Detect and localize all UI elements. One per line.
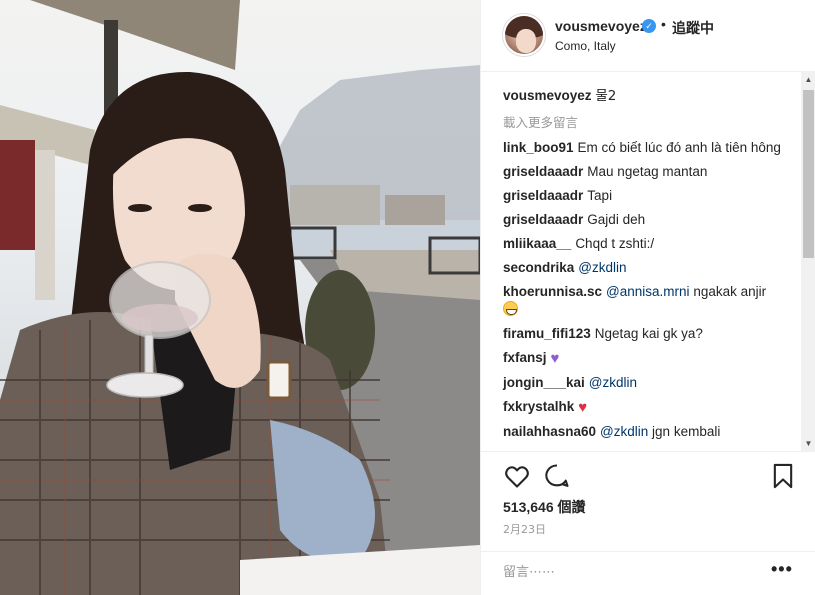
comment-item: jongin___kai @zkdlin: [503, 374, 793, 392]
separator-dot: •: [661, 16, 666, 32]
save-button[interactable]: [769, 462, 797, 490]
purple-heart-icon: ♥: [550, 350, 560, 367]
comment-item: fxkrystalhk ♥: [503, 398, 793, 417]
scroll-down-arrow-icon[interactable]: ▼: [801, 436, 815, 451]
comment-item: khoerunnisa.sc @annisa.mrni ngakak anjir: [503, 283, 793, 319]
post-side-panel: vousmevoyez ✓ • 追蹤中 Como, Italy vousmevo…: [480, 0, 815, 595]
comments-section[interactable]: vousmevoyez 물2 載入更多留言 link_boo91 Em có bi…: [481, 72, 815, 452]
location-link[interactable]: Como, Italy: [555, 39, 616, 53]
comment-username[interactable]: firamu_fifi123: [503, 326, 591, 341]
caption-text: 물2: [595, 88, 617, 104]
post-photo[interactable]: [0, 0, 480, 595]
following-button[interactable]: 追蹤中: [672, 18, 714, 38]
comment-text: ngakak anjir: [693, 284, 767, 299]
comment-username[interactable]: fxfansj: [503, 350, 547, 365]
scroll-up-arrow-icon[interactable]: ▲: [801, 72, 815, 88]
post-header: vousmevoyez ✓ • 追蹤中 Como, Italy: [481, 0, 815, 72]
speech-bubble-icon: [545, 464, 569, 487]
post-actions: 513,646 個讚 2月23日: [481, 452, 815, 552]
comment-mention[interactable]: @annisa.mrni: [606, 284, 690, 299]
comment-item: mliikaaa__ Chqd t zshti:/: [503, 235, 793, 253]
views-count[interactable]: 513,646 個讚: [503, 497, 586, 517]
comment-mention[interactable]: @zkdlin: [578, 260, 626, 275]
load-more-comments-button[interactable]: 載入更多留言: [503, 112, 793, 131]
comment-item: griseldaaadr Gajdi deh: [503, 211, 793, 229]
comment-button[interactable]: [543, 462, 571, 490]
scroll-thumb[interactable]: [803, 90, 814, 258]
views-number: 513,646: [503, 499, 554, 515]
comment-text: Gajdi deh: [587, 212, 646, 227]
comment-text: Mau ngetag mantan: [587, 164, 708, 179]
comment-item: secondrika @zkdlin: [503, 259, 793, 277]
comment-username[interactable]: khoerunnisa.sc: [503, 284, 602, 299]
comment-item: nailahhasna60 @zkdlin jgn kembali: [503, 423, 793, 441]
avatar[interactable]: [503, 14, 545, 56]
comment-username[interactable]: griseldaaadr: [503, 212, 583, 227]
comments-list: vousmevoyez 물2 載入更多留言 link_boo91 Em có bi…: [503, 86, 793, 447]
comment-text: Ngetag kai gk ya?: [594, 326, 703, 341]
comment-item: fxfansj ♥: [503, 349, 793, 368]
comment-text: Chqd t zshti:/: [575, 236, 655, 251]
username-link[interactable]: vousmevoyez: [555, 18, 647, 34]
caption: vousmevoyez 물2: [503, 86, 793, 106]
caption-username[interactable]: vousmevoyez: [503, 88, 592, 103]
red-heart-icon: ♥: [578, 399, 588, 416]
more-options-button[interactable]: •••: [771, 559, 793, 580]
comment-mention[interactable]: @zkdlin: [589, 375, 637, 390]
grinning-squinting-face-icon: [503, 301, 518, 316]
comment-text: Tapi: [587, 188, 613, 203]
post-date[interactable]: 2月23日: [503, 521, 546, 537]
add-comment-section: •••: [481, 552, 815, 595]
comment-item: griseldaaadr Mau ngetag mantan: [503, 163, 793, 181]
comment-item: griseldaaadr Tapi: [503, 187, 793, 205]
comment-username[interactable]: jongin___kai: [503, 375, 585, 390]
comment-username[interactable]: griseldaaadr: [503, 164, 583, 179]
like-button[interactable]: [503, 462, 531, 490]
comment-text: jgn kembali: [652, 424, 721, 439]
photo-illustration: [0, 0, 480, 595]
comment-input[interactable]: [503, 560, 753, 584]
comment-username[interactable]: secondrika: [503, 260, 574, 275]
comment-username[interactable]: mliikaaa__: [503, 236, 571, 251]
comment-username[interactable]: griseldaaadr: [503, 188, 583, 203]
comment-mention[interactable]: @zkdlin: [600, 424, 648, 439]
comment-text: Em có biết lúc đó anh là tiên hông: [577, 140, 781, 155]
comments-scrollbar[interactable]: ▲ ▼: [801, 72, 815, 451]
comment-username[interactable]: nailahhasna60: [503, 424, 596, 439]
comment-username[interactable]: link_boo91: [503, 140, 574, 155]
comment-username[interactable]: fxkrystalhk: [503, 399, 574, 414]
heart-outline-icon: [505, 466, 529, 488]
bookmark-icon: [773, 463, 793, 489]
comment-item: firamu_fifi123 Ngetag kai gk ya?: [503, 325, 793, 343]
verified-badge-icon: ✓: [642, 19, 656, 33]
comment-item: link_boo91 Em có biết lúc đó anh là tiên …: [503, 139, 793, 157]
views-unit: 個讚: [557, 500, 586, 516]
